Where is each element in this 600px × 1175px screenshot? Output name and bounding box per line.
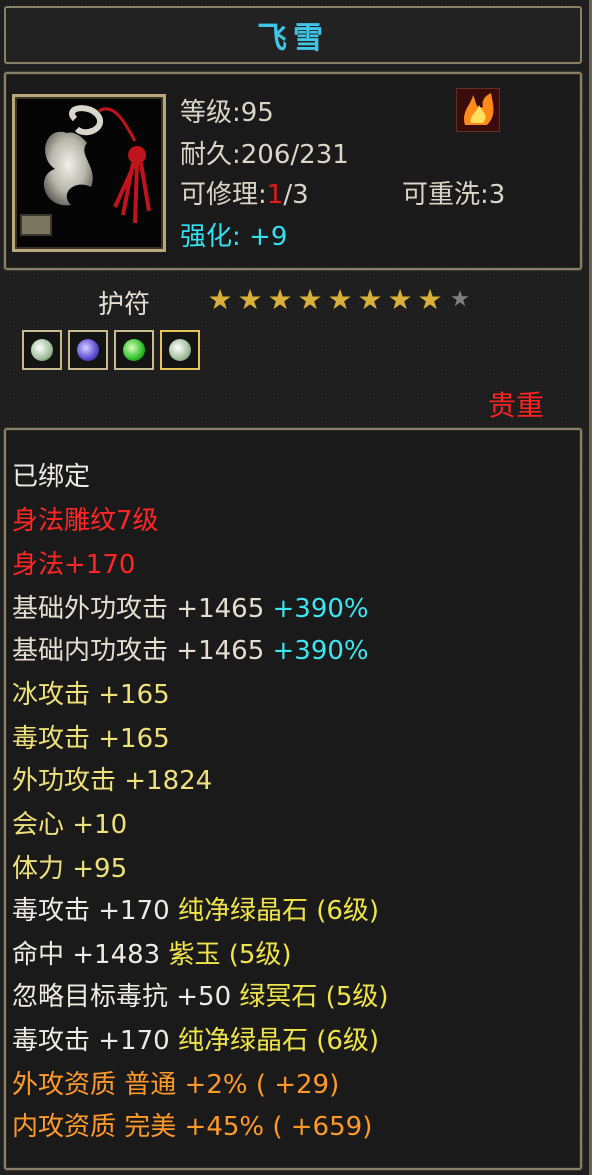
repair-label: 可修理: — [180, 180, 267, 210]
gem-stat-1-name: 纯净绿晶石 (6级) — [177, 896, 380, 926]
enhance-row: 强化: +9 — [180, 216, 287, 253]
star-filled-icon: ★ — [267, 283, 293, 316]
precious-tag: 贵重 — [488, 389, 545, 422]
star-filled-icon: ★ — [327, 283, 353, 316]
ice-attack-stat: 冰攻击 +165 — [12, 680, 170, 710]
enhance-value: +9 — [249, 222, 288, 252]
star-filled-icon: ★ — [207, 283, 233, 316]
engrave-stat: 身法雕纹7级 — [12, 506, 159, 536]
gem-stat-3-label: 忽略目标毒抗 +50 — [12, 982, 232, 1012]
star-filled-icon: ★ — [357, 283, 383, 316]
durability-value: 206/231 — [240, 140, 349, 170]
item-name: 飞雪 — [257, 21, 329, 56]
int-base-attack: 基础内功攻击 +1465 +390% — [12, 630, 369, 667]
rewash-row: 可重洗:3 — [402, 174, 505, 211]
gem-stat-1: 毒攻击 +170 纯净绿晶石 (6级) — [12, 890, 379, 927]
int-base-percent: +390% — [272, 636, 369, 666]
gem-stat-3-name: 绿冥石 (5级) — [239, 982, 389, 1012]
ext-base-label: 基础外功攻击 — [12, 594, 169, 624]
white-gem-icon — [160, 330, 200, 370]
ext-quality-stat: 外攻资质 普通 +2% ( +29) — [12, 1070, 340, 1100]
gem-stat-2-label: 命中 +1483 — [12, 940, 161, 970]
gem-sockets — [22, 330, 200, 370]
ext-base-percent: +390% — [272, 594, 369, 624]
gem-stat-3: 忽略目标毒抗 +50 绿冥石 (5级) — [12, 976, 389, 1013]
repair-current: 1 — [266, 180, 284, 210]
enhance-label: 强化: — [180, 222, 241, 252]
ext-base-value: +1465 — [176, 594, 265, 624]
int-base-value: +1465 — [176, 636, 265, 666]
gem-stat-4-label: 毒攻击 +170 — [12, 1026, 170, 1056]
ext-attack-stat: 外功攻击 +1824 — [12, 766, 213, 796]
repair-row: 可修理:1/3 — [180, 174, 309, 211]
durability-row: 耐久:206/231 — [180, 134, 349, 171]
green-gem-icon — [114, 330, 154, 370]
int-base-label: 基础内功攻击 — [12, 636, 169, 666]
level-value: 95 — [240, 98, 274, 128]
star-filled-icon: ★ — [237, 283, 263, 316]
star-empty-icon: ★ — [450, 287, 470, 312]
item-type-label: 护符 — [98, 290, 151, 320]
title-bar: 飞雪 — [4, 6, 582, 64]
shenfa-stat: 身法+170 — [12, 550, 136, 580]
rewash-label: 可重洗: — [402, 180, 489, 210]
poison-attack-stat: 毒攻击 +165 — [12, 724, 170, 754]
rewash-value: 3 — [488, 180, 506, 210]
white-gem-icon — [22, 330, 62, 370]
level-label: 等级: — [180, 98, 241, 128]
gem-stat-2: 命中 +1483 紫玉 (5级) — [12, 934, 292, 971]
star-filled-icon: ★ — [297, 283, 323, 316]
item-tooltip-panel: 飞雪 等级:95 耐久:206/231 可修理:1/3 可重洗:3 强化: +9… — [0, 0, 592, 1175]
gem-stat-4-name: 纯净绿晶石 (6级) — [177, 1026, 380, 1056]
star-rating: ★ ★ ★ ★ ★ ★ ★ ★ ★ — [206, 286, 474, 314]
crit-stat: 会心 +10 — [12, 810, 128, 840]
repair-max: /3 — [283, 180, 309, 210]
gem-stat-4: 毒攻击 +170 纯净绿晶石 (6级) — [12, 1020, 379, 1057]
stamina-stat: 体力 +95 — [12, 854, 128, 884]
int-quality-stat: 内攻资质 完美 +45% ( +659) — [12, 1112, 373, 1142]
gem-stat-1-label: 毒攻击 +170 — [12, 896, 170, 926]
purple-gem-icon — [68, 330, 108, 370]
star-filled-icon: ★ — [387, 283, 413, 316]
durability-label: 耐久: — [180, 140, 241, 170]
fire-buff-icon — [456, 88, 500, 132]
bound-status: 已绑定 — [12, 462, 91, 492]
star-filled-icon: ★ — [417, 283, 443, 316]
stats-box — [4, 428, 582, 1170]
ext-base-attack: 基础外功攻击 +1465 +390% — [12, 588, 369, 625]
amulet-icon — [12, 94, 166, 252]
gem-stat-2-name: 紫玉 (5级) — [168, 940, 292, 970]
level-row: 等级:95 — [180, 92, 274, 129]
